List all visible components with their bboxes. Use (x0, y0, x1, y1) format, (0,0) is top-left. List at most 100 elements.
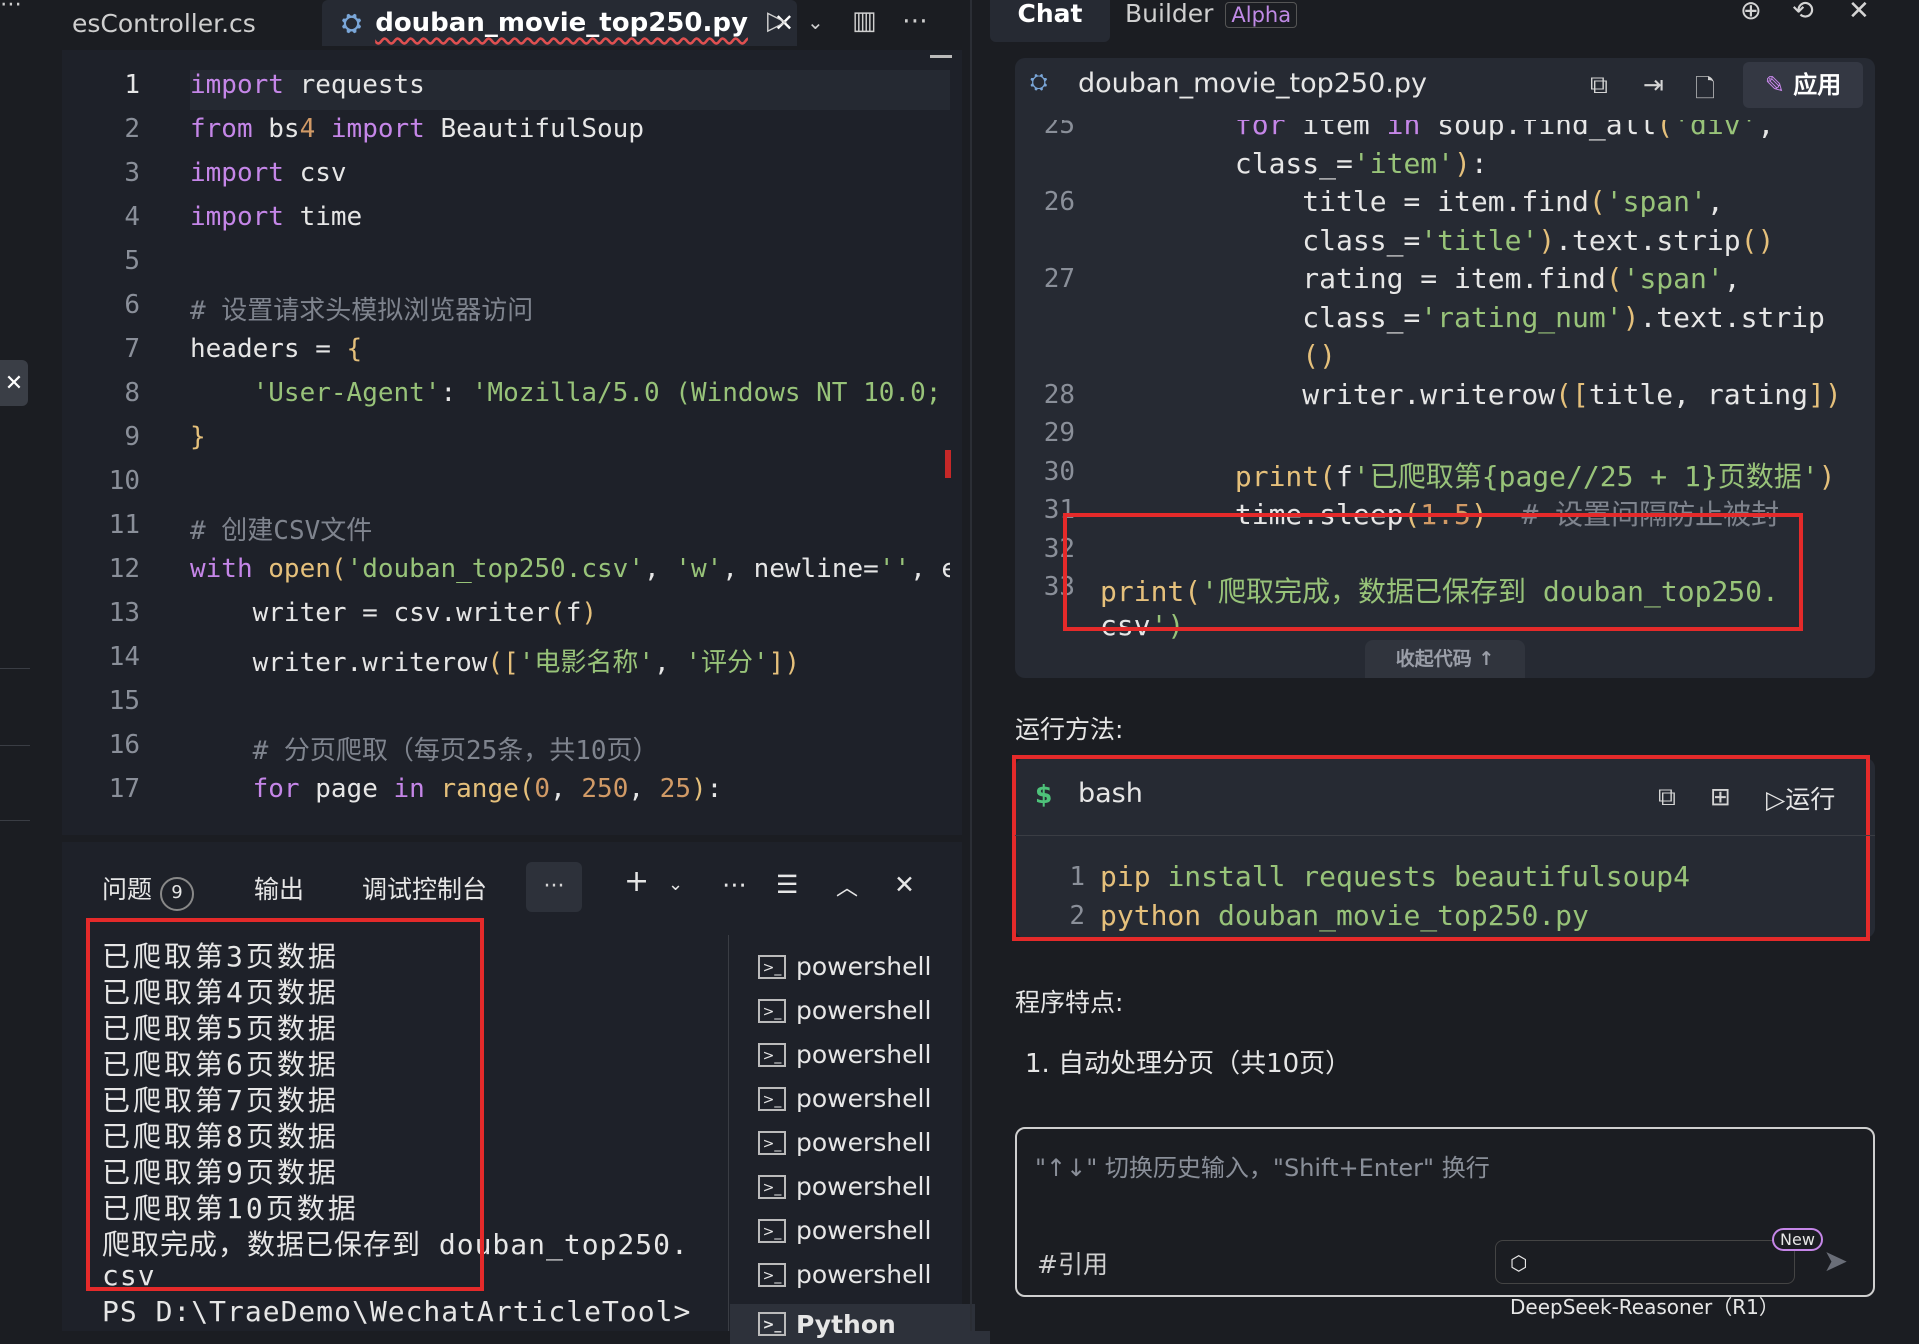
line-number: 3 (124, 158, 140, 188)
more-icon[interactable]: ⋯ (0, 0, 22, 17)
minimap-slider[interactable] (930, 55, 952, 58)
line-number: 10 (108, 466, 140, 496)
code-line[interactable]: pip install requests beautifulsoup4 (1100, 860, 1690, 893)
tab-output[interactable]: 输出 (254, 870, 304, 906)
new-file-icon[interactable]: 🗋 (1695, 70, 1715, 113)
terminal-list-item[interactable]: >_ powershell (758, 1260, 931, 1289)
code-line[interactable]: title = item.find('span', (1100, 185, 1723, 218)
line-number: 14 (108, 642, 140, 672)
terminal-icon: >_ (758, 1086, 786, 1111)
code-line[interactable]: headers = { (190, 334, 950, 364)
model-label: DeepSeek-Reasoner（R1） (1510, 1295, 1779, 1319)
code-line[interactable]: 'User-Agent': 'Mozilla/5.0 (Windows NT 1… (190, 378, 950, 408)
line-number: 15 (108, 686, 140, 716)
copy-icon[interactable]: ⧉ (1658, 782, 1676, 812)
code-file-name: douban_movie_top250.py (1078, 68, 1427, 99)
insert-terminal-icon[interactable]: ⊞ (1710, 782, 1731, 811)
tab-chat[interactable]: Chat (990, 0, 1110, 42)
chat-input-placeholder[interactable]: "↑↓" 切换历史输入，"Shift+Enter" 换行 (1035, 1148, 1490, 1183)
code-line[interactable]: # 创建CSV文件 (190, 510, 950, 547)
code-line[interactable]: print(f'已爬取第{page//25 + 1}页数据') (1100, 455, 1836, 495)
chevron-down-icon[interactable]: ⌄ (807, 10, 824, 34)
code-line[interactable]: () (1100, 339, 1336, 372)
close-icon[interactable]: ✕ (1848, 0, 1870, 26)
code-line[interactable]: class_='item'): (1100, 147, 1488, 180)
more-icon[interactable]: ⋯ (722, 870, 747, 899)
code-line[interactable]: class_='rating_num').text.strip (1100, 301, 1825, 334)
terminal-list-item[interactable]: >_ powershell (758, 1040, 931, 1069)
code-line[interactable]: # 设置请求头模拟浏览器访问 (190, 290, 950, 327)
new-chat-icon[interactable]: ⊕ (1740, 0, 1762, 26)
tab-debug-console[interactable]: 调试控制台 (362, 870, 487, 906)
run-icon[interactable]: ▷ (767, 6, 787, 36)
line-number: 12 (108, 554, 140, 584)
code-line[interactable]: writer.writerow([title, rating]) (1100, 378, 1841, 411)
pane-divider[interactable] (970, 0, 972, 1331)
features-heading: 程序特点: (1015, 988, 1124, 1017)
apply-button[interactable]: ✎ 应用 (1743, 62, 1863, 108)
close-panel-icon[interactable]: ✕ (894, 870, 915, 899)
code-line[interactable]: for page in range(0, 250, 25): (190, 774, 950, 804)
history-icon[interactable]: ⟲ (1792, 0, 1814, 26)
code-line[interactable]: import csv (190, 158, 950, 188)
code-line[interactable]: from bs4 import BeautifulSoup (190, 114, 950, 144)
terminal-list-item[interactable]: >_ powershell (758, 1172, 931, 1201)
settings-sliders-icon[interactable]: ☰ (776, 870, 798, 899)
line-number: 16 (108, 730, 140, 760)
bash-label: bash (1078, 778, 1143, 809)
code-line[interactable]: import requests (190, 70, 950, 100)
code-line[interactable]: python douban_movie_top250.py (1100, 899, 1589, 932)
code-line[interactable]: rating = item.find('span', (1100, 262, 1740, 295)
collapse-code-button[interactable]: 收起代码 ↑ (1365, 640, 1525, 678)
new-badge: New (1772, 1228, 1823, 1251)
terminal-icon: >_ (758, 1312, 786, 1336)
close-icon[interactable]: ✕ (0, 360, 28, 406)
run-button[interactable]: ▷运行 (1766, 780, 1835, 816)
tab-problems[interactable]: 问题 9 (102, 870, 195, 911)
code-line[interactable]: } (190, 422, 950, 452)
code-line[interactable]: for item in soup.find_all('div', (1100, 120, 1774, 141)
tab-inactive-file[interactable]: esController.cs (62, 0, 302, 46)
terminal-list-item[interactable]: >_ Python (730, 1304, 990, 1344)
chevron-down-icon[interactable]: ⌄ (668, 874, 683, 895)
tab-active-file[interactable]: ⛭ douban_movie_top250.py ✕ (322, 0, 797, 46)
split-editor-icon[interactable]: ▥ (852, 6, 877, 36)
magic-wand-icon: ✎ (1764, 71, 1794, 99)
terminal-list-item[interactable]: >_ powershell (758, 1216, 931, 1245)
code-line[interactable]: writer = csv.writer(f) (190, 598, 950, 628)
more-icon[interactable]: ⋯ (902, 6, 928, 36)
highlight-box (86, 918, 484, 1291)
maximize-panel-icon[interactable]: ︿ (836, 870, 858, 902)
code-line[interactable]: # 分页爬取（每页25条，共10页） (190, 730, 950, 767)
add-terminal-icon[interactable]: + (624, 864, 649, 899)
python-file-icon: ⛭ (1030, 70, 1048, 95)
line-number: 26 (1043, 187, 1075, 217)
tab-label: esController.cs (72, 8, 256, 38)
code-line[interactable]: with open('douban_top250.csv', 'w', newl… (190, 554, 950, 584)
run-label: 运行 (1785, 785, 1836, 814)
scroll-marker (945, 450, 951, 478)
python-file-icon: ⛭ (342, 9, 362, 37)
model-selector[interactable]: ⬡ DeepSeek-Reasoner（R1） (1495, 1240, 1795, 1319)
terminal-list-item[interactable]: >_ powershell (758, 952, 931, 981)
line-number: 7 (124, 334, 140, 364)
terminal-list-item[interactable]: >_ powershell (758, 1084, 931, 1113)
code-line[interactable]: import time (190, 202, 950, 232)
code-line[interactable]: writer.writerow(['电影名称', '评分']) (190, 642, 950, 679)
line-number: 8 (124, 378, 140, 408)
send-icon[interactable]: ➤ (1823, 1244, 1848, 1279)
divider (0, 820, 30, 821)
terminal-name: Python (796, 1309, 896, 1339)
divider (0, 668, 30, 669)
more-tabs-button[interactable]: ··· (526, 862, 582, 912)
copy-icon[interactable]: ⧉ (1590, 70, 1608, 100)
cube-icon: ⬡ (1510, 1251, 1528, 1275)
terminal-list-item[interactable]: >_ powershell (758, 1128, 931, 1157)
reference-button[interactable]: #引用 (1037, 1245, 1108, 1281)
code-line[interactable]: class_='title').text.strip() (1100, 224, 1774, 257)
line-number: 17 (108, 774, 140, 804)
insert-icon[interactable]: ⇥ (1643, 70, 1664, 99)
terminal-icon: >_ (758, 1218, 786, 1243)
tab-builder[interactable]: Builder Alpha (1125, 0, 1298, 29)
terminal-list-item[interactable]: >_ powershell (758, 996, 931, 1025)
